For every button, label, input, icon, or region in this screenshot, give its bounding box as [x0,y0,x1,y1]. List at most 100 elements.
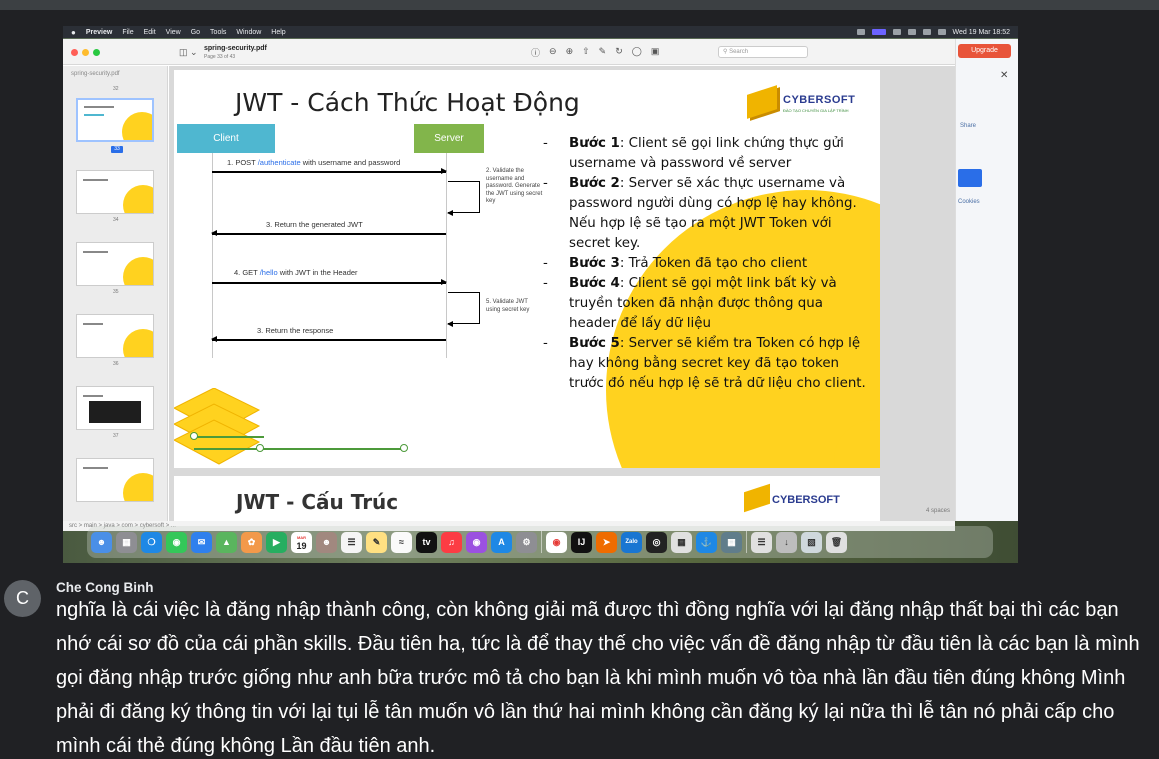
thumbnail-page-number: 36 [113,361,119,367]
finder-icon[interactable]: ☻ [91,531,112,553]
trash-icon[interactable]: 🗑 [826,531,847,553]
side-app-panel: Upgrade ✕ Share Cookies 4 spaces [926,39,1018,521]
notes-icon[interactable]: ✎ [366,531,387,553]
arrow-label-1-endpoint: /authenticate [257,158,301,167]
photos-icon[interactable]: ✿ [241,531,262,553]
decorative-dot [190,432,198,440]
thumbnail-graphic [122,112,152,140]
menu-edit[interactable]: Edit [144,29,156,36]
minimize-window-button[interactable] [82,49,89,56]
zalo-icon[interactable]: Zalo [621,531,642,553]
server-note-2: 5. Validate JWT using secret key [486,299,530,313]
macos-menu-bar: ● Preview File Edit View Go Tools Window… [63,26,1018,38]
menu-help[interactable]: Help [271,29,285,36]
mail-icon[interactable]: ✉ [191,531,212,553]
close-window-button[interactable] [71,49,78,56]
thumbnail-page-number: 37 [113,433,119,439]
apple-menu-icon[interactable]: ● [71,28,76,37]
freeform-icon[interactable]: ≈ [391,531,412,553]
upgrade-button[interactable]: Upgrade [958,44,1011,58]
sidebar-toggle-icon[interactable]: ◫ ⌄ [179,47,198,58]
cookies-label[interactable]: Cookies [958,199,980,205]
slide-title: JWT - Cách Thức Hoạt Động [235,88,580,117]
document-icon[interactable]: ☰ [751,531,772,553]
zoom-window-button[interactable] [93,49,100,56]
action-button[interactable] [958,169,982,187]
launchpad-icon[interactable]: ▦ [116,531,137,553]
speaker-avatar: C [4,580,41,617]
music-icon[interactable]: ♫ [441,531,462,553]
menu-window[interactable]: Window [236,29,261,36]
rotate-icon[interactable]: ↻ [615,46,623,59]
step-label: Bước 4 [569,276,620,291]
steps-list: Bước 1: Client sẽ gọi link chứng thực gử… [543,134,873,394]
menu-clock[interactable]: Wed 19 Mar 18:52 [953,29,1010,36]
menu-file[interactable]: File [122,29,133,36]
client-box: Client [177,124,275,153]
shared-screen: ● Preview File Edit View Go Tools Window… [63,26,1018,563]
apple-tv-icon[interactable]: tv [416,531,437,553]
response-arrow-2 [211,336,446,342]
menu-view[interactable]: View [166,29,181,36]
intellij-icon[interactable]: IJ [571,531,592,553]
system-settings-icon[interactable]: ⚙ [516,531,537,553]
thumbnail-page-34[interactable] [76,170,154,214]
brand-name: CYBERSOFT [783,94,856,106]
zoom-in-icon[interactable]: ⊕ [566,46,574,59]
menu-tools[interactable]: Tools [210,29,226,36]
close-icon[interactable]: ✕ [1000,70,1008,81]
tableplus-icon[interactable]: ▦ [671,531,692,553]
obs-icon[interactable]: ◎ [646,531,667,553]
wifi-icon[interactable] [922,29,931,35]
document-viewer[interactable]: JWT - Cách Thức Hoạt Động CYBERSOFT ĐÀO … [169,66,955,521]
step-item: Bước 4: Client sẽ gọi một link bất kỳ và… [543,274,873,334]
step-label: Bước 2 [569,176,620,191]
share-icon[interactable]: ⇧ [582,46,590,59]
thumbnail-page-37[interactable] [76,386,154,430]
safari-icon[interactable]: ❍ [141,531,162,553]
menu-go[interactable]: Go [191,29,200,36]
thumbnail-page-36[interactable] [76,314,154,358]
arrow-label-3: 4. GET /hello with JWT in the Header [234,268,358,277]
downloads-icon[interactable]: ↓ [776,531,797,553]
selected-page-badge: 33 [111,146,123,153]
calendar-day: 19 [296,541,307,551]
battery-icon[interactable] [937,29,946,35]
markup-icon[interactable]: ✎ [599,46,607,59]
info-icon[interactable]: ⓘ [531,46,540,59]
maps-icon[interactable]: ▲ [216,531,237,553]
thumbnail-graphic [123,257,153,285]
step-item: Bước 1: Client sẽ gọi link chứng thực gử… [543,134,873,174]
thumbnail-page-35[interactable] [76,242,154,286]
facetime-icon[interactable]: ▶ [266,531,287,553]
screen-share-icon[interactable] [871,29,886,35]
spaces-indicator[interactable]: 4 spaces [926,508,950,514]
share-label[interactable]: Share [960,123,976,129]
menu-app-name[interactable]: Preview [86,29,112,36]
calendar-icon[interactable]: MAR 19 [291,531,312,553]
status-icon[interactable] [892,29,901,35]
zoom-out-icon[interactable]: ⊖ [549,46,557,59]
messages-icon[interactable]: ◉ [166,531,187,553]
app-store-icon[interactable]: A [491,531,512,553]
status-icon[interactable] [907,29,916,35]
postman-icon[interactable]: ➤ [596,531,617,553]
chrome-icon[interactable]: ◉ [546,531,567,553]
thumbnail-page-38[interactable] [76,458,154,502]
thumbnail-graphic [123,185,153,213]
preview-icon[interactable]: ▦ [721,531,742,553]
status-icon[interactable] [856,29,865,35]
form-icon[interactable]: ▣ [651,46,660,59]
reminders-icon[interactable]: ☰ [341,531,362,553]
step-item: Bước 2: Server sẽ xác thực username và p… [543,174,873,254]
docker-icon[interactable]: ⚓ [696,531,717,553]
folder-icon[interactable]: ▧ [801,531,822,553]
thumbnail-graphic [123,329,153,357]
contacts-icon[interactable]: ☻ [316,531,337,553]
arrow-label-3-prefix: 4. GET [234,268,260,277]
thumbnail-page-33[interactable] [76,98,154,142]
search-input[interactable]: ⚲ Search [718,46,808,58]
step-item: Bước 3: Trả Token đã tạo cho client [543,254,873,274]
annotate-icon[interactable]: ◯ [632,46,642,59]
podcasts-icon[interactable]: ◉ [466,531,487,553]
